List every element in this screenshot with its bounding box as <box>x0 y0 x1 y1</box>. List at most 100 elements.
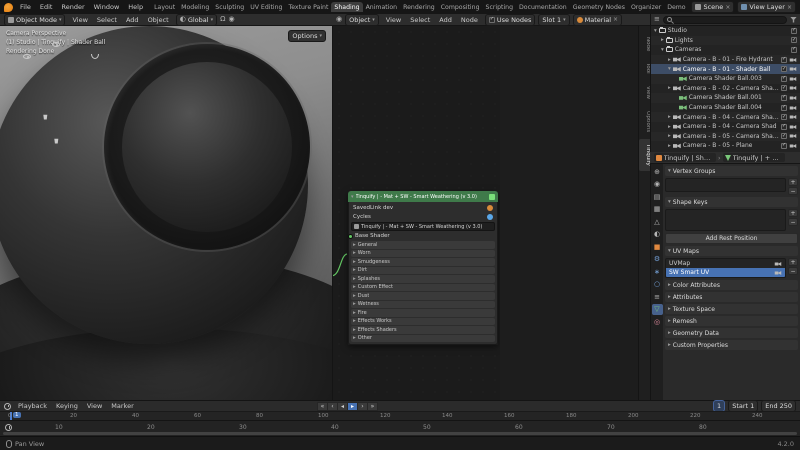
workspace-tab-organizer[interactable]: Organizer <box>628 2 664 12</box>
camera-toggle-icon[interactable] <box>790 76 797 81</box>
panel-geometry-data[interactable]: ▸Geometry Data <box>665 328 798 338</box>
shader-menu-node[interactable]: Node <box>457 15 482 25</box>
panel-remesh[interactable]: ▸Remesh <box>665 316 798 326</box>
outliner-row-camera-shader-ball-003[interactable]: Camera Shader Ball.003 <box>651 74 800 84</box>
properties-tab-material[interactable]: ◎ <box>652 316 663 327</box>
node-header[interactable]: ▾ Tinquify | - Mat + SW - Smart Weatheri… <box>348 191 498 202</box>
workspace-tab-sculpting[interactable]: Sculpting <box>212 2 247 12</box>
mode-selector[interactable]: Object Mode ▾ <box>4 14 65 26</box>
camera-toggle-icon[interactable] <box>790 57 797 62</box>
tinquify-node[interactable]: ▾ Tinquify | - Mat + SW - Smart Weatheri… <box>348 191 498 345</box>
camera-toggle-icon[interactable] <box>790 105 797 110</box>
panel-color-attributes[interactable]: ▸Color Attributes <box>665 280 798 290</box>
filter-icon[interactable] <box>790 17 797 23</box>
node-section-wetness[interactable]: ▸Wetness <box>351 301 495 309</box>
checkbox-icon[interactable] <box>781 114 787 120</box>
horizontal-scrollbar[interactable] <box>3 432 797 435</box>
checkbox-icon[interactable] <box>781 133 787 139</box>
outliner-row-lights[interactable]: ▸Lights <box>651 36 800 46</box>
outliner-row-camera-b-05-camera-shader-b[interactable]: ▸Camera - B - 05 - Camera Shader B <box>651 132 800 142</box>
menu-render[interactable]: Render <box>57 2 88 12</box>
uv-maps-panel-header[interactable]: ▾ UV Maps <box>665 246 798 256</box>
panel-texture-space[interactable]: ▸Texture Space <box>665 304 798 314</box>
shader-menu-select[interactable]: Select <box>406 15 434 25</box>
properties-tab-output[interactable]: ▤ <box>652 191 663 202</box>
clock-icon[interactable] <box>5 424 12 431</box>
properties-tab-physics[interactable]: ○ <box>652 279 663 290</box>
breadcrumb-item[interactable]: Tinquify | Shad... <box>654 153 716 162</box>
node-section-worn[interactable]: ▸Worn <box>351 250 495 258</box>
add-rest-position-button[interactable]: Add Rest Position <box>665 233 798 244</box>
properties-tab-object[interactable]: ■ <box>652 241 663 252</box>
shader-editor-icon[interactable]: ◉ <box>336 16 342 23</box>
vertex-groups-panel-header[interactable]: ▾ Vertex Groups <box>665 166 798 176</box>
options-button[interactable]: Options ▾ <box>288 30 326 42</box>
properties-tab-render[interactable]: ◉ <box>652 179 663 190</box>
checkbox-icon[interactable] <box>791 28 797 34</box>
checkbox-icon[interactable] <box>781 76 787 82</box>
viewport-menu-object[interactable]: Object <box>144 15 173 25</box>
outliner-row-camera-b-02-camera-shader-b[interactable]: ▸Camera - B - 02 - Camera Shader B <box>651 84 800 94</box>
uv-map-sw-smart-uv[interactable]: SW Smart UV <box>666 268 785 277</box>
outliner-row-camera-b-01-shader-ball[interactable]: ▾Camera - B - 01 - Shader Ball <box>651 64 800 74</box>
outliner-row-cameras[interactable]: ▾Cameras <box>651 45 800 55</box>
vertex-groups-list[interactable] <box>665 178 786 192</box>
expand-icon[interactable]: ▸ <box>668 57 671 63</box>
checkbox-icon[interactable] <box>781 57 787 63</box>
shape-keys-panel-header[interactable]: ▾ Shape Keys <box>665 197 798 207</box>
input-socket-icon[interactable] <box>348 234 353 239</box>
unlink-view-layer-icon[interactable]: × <box>787 4 792 11</box>
unlink-material-icon[interactable]: × <box>613 16 618 23</box>
expand-icon[interactable]: ▸ <box>668 114 671 120</box>
properties-tab-world[interactable]: ◐ <box>652 229 663 240</box>
view-layer-selector[interactable]: View Layer × <box>737 1 796 13</box>
panel-attributes[interactable]: ▸Attributes <box>665 292 798 302</box>
camera-toggle-icon[interactable] <box>790 134 797 139</box>
properties-tab-object-data[interactable]: ▽ <box>652 304 663 315</box>
panel-custom-properties[interactable]: ▸Custom Properties <box>665 340 798 350</box>
shape-keys-list[interactable] <box>665 209 786 231</box>
timeline-menu-marker[interactable]: Marker <box>107 401 137 411</box>
viewport-menu-view[interactable]: View <box>68 15 91 25</box>
outliner-row-camera-shader-ball-004[interactable]: Camera Shader Ball.004 <box>651 103 800 113</box>
shader-menu-add[interactable]: Add <box>435 15 456 25</box>
checkbox-icon[interactable] <box>781 124 787 130</box>
properties-tab-modifiers[interactable]: ⚙ <box>652 254 663 265</box>
expand-icon[interactable]: ▾ <box>654 28 657 34</box>
outliner-row-camera-b-01-fire-hydrant[interactable]: ▸Camera - B - 01 - Fire Hydrant <box>651 55 800 65</box>
slot-selector[interactable]: Slot 1 ▾ <box>538 14 569 26</box>
menu-file[interactable]: File <box>16 2 35 12</box>
transform-orientation[interactable]: ◐ Global ▾ <box>176 14 217 26</box>
checkbox-icon[interactable] <box>781 105 787 111</box>
snap-magnet-icon[interactable]: Ω <box>220 16 225 23</box>
workspace-tab-compositing[interactable]: Compositing <box>438 2 483 12</box>
jump-end-button[interactable]: » <box>367 402 378 411</box>
workspace-tab-texture-paint[interactable]: Texture Paint <box>285 2 331 12</box>
scene-selector[interactable]: Scene × <box>691 1 734 13</box>
node-section-custom-effect[interactable]: ▸Custom Effect <box>351 284 495 292</box>
camera-toggle-icon[interactable] <box>790 143 797 148</box>
unlink-scene-icon[interactable]: × <box>725 4 730 11</box>
blender-logo-icon[interactable] <box>4 3 13 12</box>
checkbox-icon[interactable] <box>781 95 787 101</box>
expand-icon[interactable]: ▾ <box>668 66 671 72</box>
properties-tab-scene[interactable]: △ <box>652 216 663 227</box>
outliner-row-camera-b-04-camera-shad[interactable]: ▸Camera - B - 04 - Camera Shad <box>651 122 800 132</box>
uv-map-uvmap[interactable]: UVMap <box>666 259 785 268</box>
shader-type-selector[interactable]: Object ▾ <box>345 14 379 26</box>
workspace-tab-geometry-nodes[interactable]: Geometry Nodes <box>570 2 628 12</box>
node-editor-canvas[interactable]: ▾ Tinquify | - Mat + SW - Smart Weatheri… <box>332 26 500 400</box>
menu-edit[interactable]: Edit <box>36 2 57 12</box>
use-nodes-toggle[interactable]: Use Nodes <box>485 14 536 26</box>
workspace-tab-rendering[interactable]: Rendering <box>400 2 438 12</box>
timeline-strip[interactable]: 1020304050607080 <box>0 420 800 436</box>
add-button[interactable]: + <box>788 258 798 266</box>
outliner-row-camera-shader-ball-001[interactable]: Camera Shader Ball.001 <box>651 93 800 103</box>
camera-icon[interactable] <box>775 261 782 266</box>
material-datablock[interactable]: Material × <box>573 14 622 26</box>
expand-icon[interactable]: ▸ <box>668 143 671 149</box>
outliner-editor-icon[interactable]: ≡ <box>654 16 660 23</box>
properties-tab-view-layer[interactable]: ▦ <box>652 204 663 215</box>
add-button[interactable]: + <box>788 209 798 217</box>
checkbox-icon[interactable] <box>781 66 787 72</box>
